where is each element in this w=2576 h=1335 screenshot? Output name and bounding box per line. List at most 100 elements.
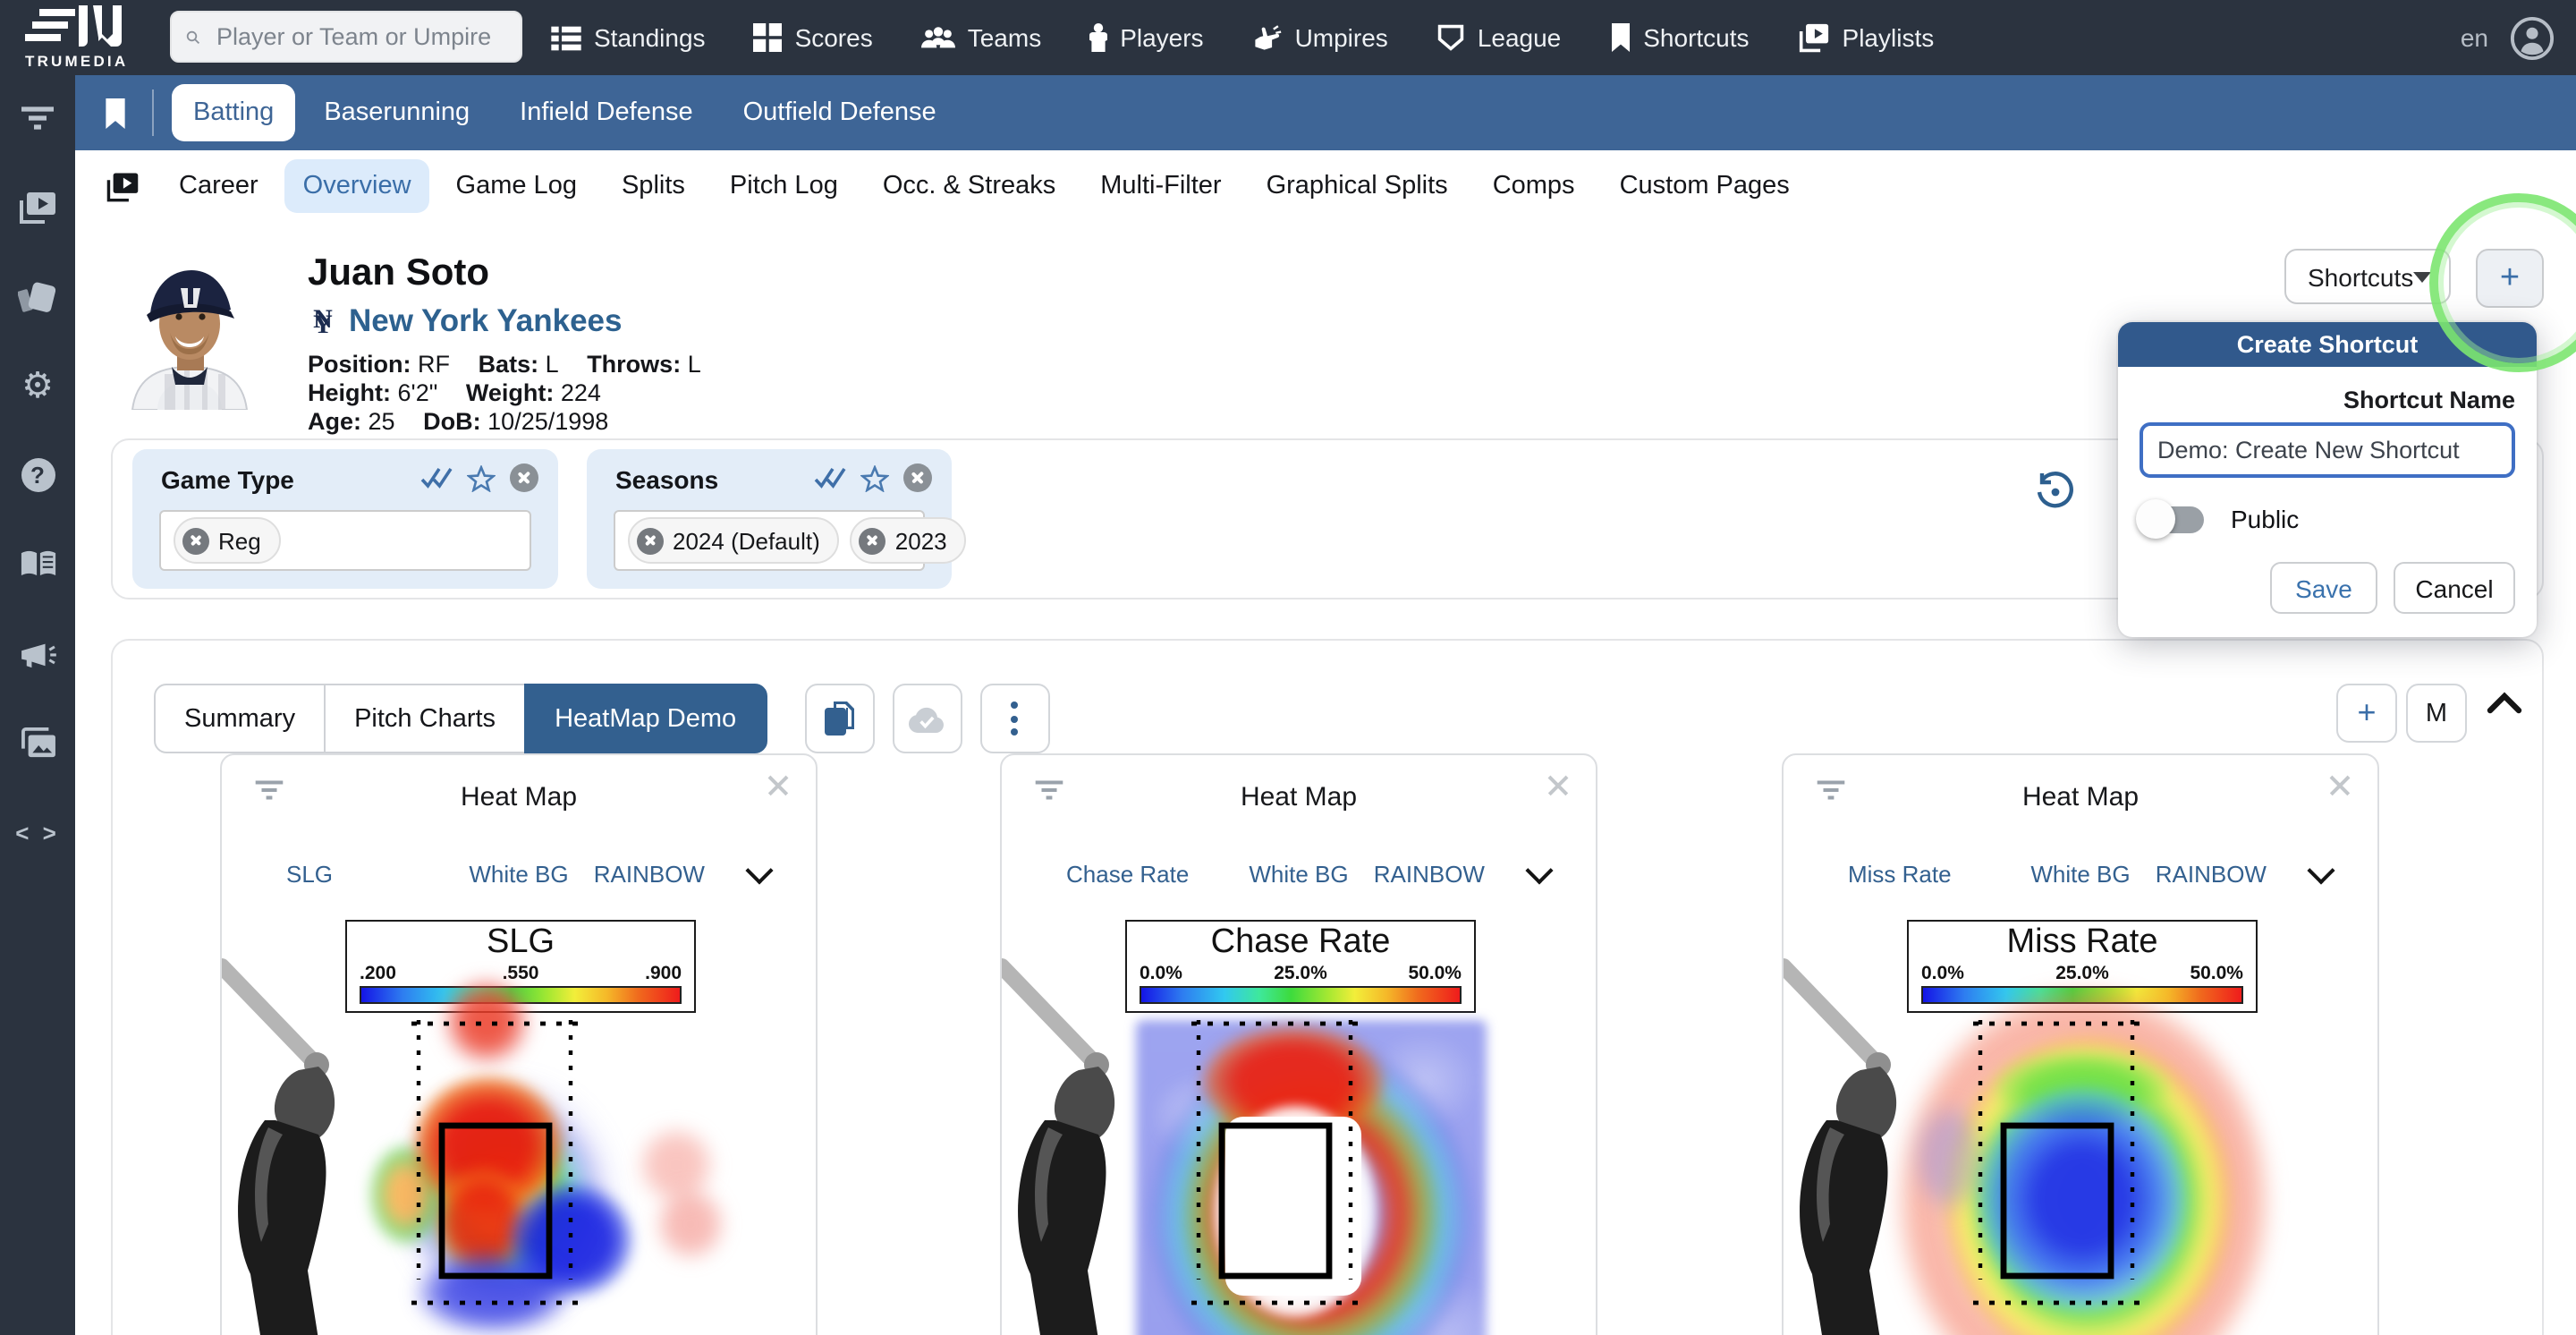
more-options-button[interactable]	[979, 684, 1049, 753]
toggle-knob[interactable]	[2136, 498, 2175, 538]
favorite-star-icon[interactable]	[860, 464, 889, 491]
cancel-button[interactable]: Cancel	[2394, 562, 2515, 614]
announcements-megaphone-icon[interactable]	[18, 635, 57, 671]
size-m-button[interactable]: M	[2406, 684, 2467, 743]
heatmap-settings-dropdown[interactable]: SLG White BG RAINBOW	[222, 854, 816, 893]
throws-value: L	[688, 351, 701, 378]
bookmark-icon[interactable]	[104, 98, 127, 128]
public-label: Public	[2231, 505, 2299, 533]
palette-option[interactable]: RAINBOW	[2156, 860, 2267, 887]
tab-pitch-log[interactable]: Pitch Log	[712, 159, 856, 213]
tab-infield-defense[interactable]: Infield Defense	[498, 84, 714, 141]
copy-page-button[interactable]	[804, 684, 874, 753]
cloud-sync-button[interactable]	[892, 684, 962, 753]
player-team-link[interactable]: N Y New York Yankees	[308, 302, 623, 340]
heatmap-settings-dropdown[interactable]: Chase Rate White BG RAINBOW	[1002, 854, 1596, 893]
background-option[interactable]: White BG	[1002, 860, 1596, 887]
filter-actions	[420, 463, 538, 492]
help-icon[interactable]: ?	[21, 458, 55, 492]
filter-card-game-type: Game Type Reg	[132, 449, 558, 589]
tab-baserunning[interactable]: Baserunning	[302, 84, 491, 141]
close-panel-icon[interactable]	[762, 770, 794, 802]
save-button[interactable]: Save	[2270, 562, 2377, 614]
search-input[interactable]	[213, 21, 506, 52]
remove-filter-icon[interactable]	[510, 463, 538, 492]
nav-umpires[interactable]: Umpires	[1252, 23, 1388, 52]
tab-batting[interactable]: Batting	[172, 84, 295, 141]
create-shortcut-popup: Create Shortcut Shortcut Name Public Sav…	[2118, 322, 2537, 637]
close-panel-icon[interactable]	[1542, 770, 1574, 802]
chip-label: 2023	[895, 527, 947, 554]
heatmap-settings-dropdown[interactable]: Miss Rate White BG RAINBOW	[1784, 854, 2377, 893]
filter-history-icon[interactable]	[2034, 471, 2077, 514]
video-playlist-icon[interactable]	[18, 190, 57, 225]
tab-outfield-defense[interactable]: Outfield Defense	[722, 84, 958, 141]
shortcuts-dropdown-button[interactable]: Shortcuts	[2284, 249, 2451, 304]
palette-option[interactable]: RAINBOW	[594, 860, 705, 887]
tab-summary[interactable]: Summary	[154, 684, 326, 753]
account-icon[interactable]	[2510, 15, 2555, 60]
close-panel-icon[interactable]	[2324, 770, 2356, 802]
background-option[interactable]: White BG	[1784, 860, 2377, 887]
global-search[interactable]	[170, 11, 522, 63]
bio-line-2: Height: 6'2" Weight: 224	[308, 379, 701, 408]
brand-name: TRUMEDIA	[25, 52, 150, 70]
legend-title: Miss Rate	[1909, 923, 2256, 961]
tab-splits[interactable]: Splits	[604, 159, 703, 213]
settings-gear-icon[interactable]: ⚙	[18, 369, 57, 404]
batter-silhouette	[1782, 956, 1955, 1335]
tab-career[interactable]: Career	[161, 159, 276, 213]
filter-values[interactable]: 2024 (Default) 2023	[614, 510, 925, 571]
tab-custom-pages[interactable]: Custom Pages	[1602, 159, 1808, 213]
select-all-icon[interactable]	[814, 466, 846, 489]
palette-option[interactable]: RAINBOW	[1374, 860, 1485, 887]
background-option[interactable]: White BG	[222, 860, 816, 887]
filter-chip[interactable]: Reg	[174, 517, 281, 564]
tab-overview[interactable]: Overview	[285, 159, 429, 213]
favorite-star-icon[interactable]	[467, 464, 496, 491]
position-label: Position:	[308, 351, 411, 378]
docs-book-icon[interactable]	[18, 546, 57, 582]
tab-heatmap-demo[interactable]: HeatMap Demo	[524, 684, 767, 753]
filters-icon[interactable]	[18, 100, 57, 136]
shortcut-name-input[interactable]	[2140, 422, 2515, 478]
select-all-icon[interactable]	[420, 466, 453, 489]
tab-multi-filter[interactable]: Multi-Filter	[1082, 159, 1239, 213]
add-page-button[interactable]: +	[2336, 684, 2397, 743]
tab-game-log[interactable]: Game Log	[438, 159, 595, 213]
image-gallery-icon[interactable]	[18, 725, 57, 761]
tab-occ-streaks[interactable]: Occ. & Streaks	[865, 159, 1073, 213]
filter-chip[interactable]: 2024 (Default)	[628, 517, 840, 564]
filter-title: Seasons	[615, 465, 718, 494]
remove-chip-icon[interactable]	[860, 527, 886, 554]
language-selector[interactable]: en	[2461, 23, 2488, 52]
nav-label: Players	[1120, 23, 1203, 52]
tab-comps[interactable]: Comps	[1475, 159, 1593, 213]
tab-graphical-splits[interactable]: Graphical Splits	[1249, 159, 1466, 213]
nav-league[interactable]: League	[1436, 23, 1561, 52]
tab-pitch-charts[interactable]: Pitch Charts	[324, 684, 526, 753]
batter-silhouette	[220, 956, 394, 1335]
remove-filter-icon[interactable]	[903, 463, 932, 492]
legend-scale: .200 .550 .900	[358, 963, 683, 984]
nav-playlists[interactable]: Playlists	[1798, 22, 1935, 53]
remove-chip-icon[interactable]	[637, 527, 664, 554]
nav-teams[interactable]: Teams	[921, 23, 1041, 52]
sport-tabs: Batting Baserunning Infield Defense Outf…	[172, 84, 958, 141]
collapse-chevron-up-icon[interactable]	[2487, 691, 2522, 714]
playlist-add-icon[interactable]	[106, 171, 140, 201]
code-icon[interactable]: < >	[18, 814, 57, 850]
nav-scores[interactable]: Scores	[754, 23, 873, 52]
cards-icon[interactable]	[18, 279, 57, 315]
public-toggle[interactable]	[2140, 506, 2204, 532]
filter-values[interactable]: Reg	[159, 510, 531, 571]
nav-players[interactable]: Players	[1089, 23, 1203, 52]
remove-chip-icon[interactable]	[182, 527, 209, 554]
filter-chip[interactable]: 2023	[851, 517, 967, 564]
legend-scale: 0.0% 25.0% 50.0%	[1138, 963, 1463, 984]
player-icon	[1089, 23, 1107, 52]
create-shortcut-button[interactable]: +	[2476, 249, 2544, 308]
trumedia-logo[interactable]: TRUMEDIA	[25, 4, 150, 70]
nav-shortcuts[interactable]: Shortcuts	[1609, 23, 1749, 52]
nav-standings[interactable]: Standings	[551, 23, 706, 52]
